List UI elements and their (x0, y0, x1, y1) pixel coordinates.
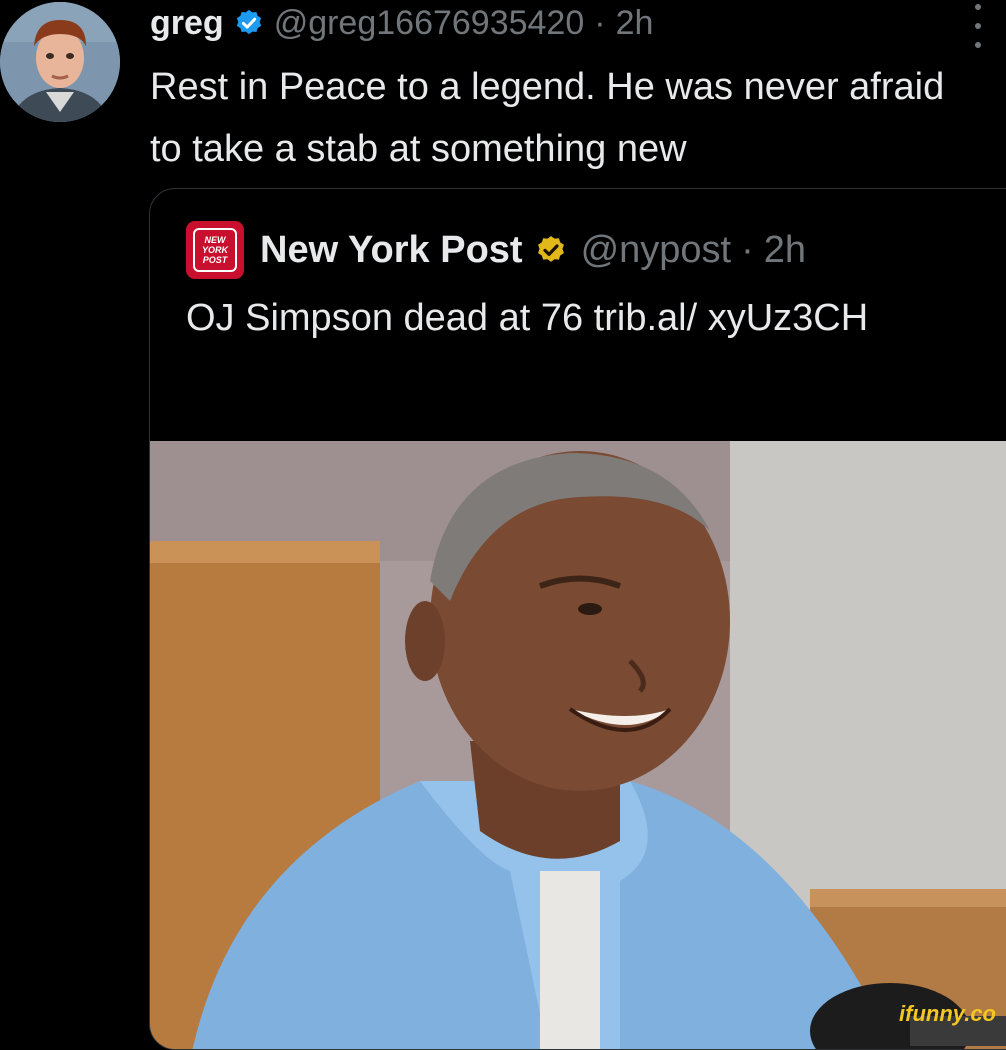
nypost-logo-icon[interactable]: NEW YORK POST (186, 221, 244, 279)
avatar-image (0, 2, 120, 122)
photo-illustration (150, 441, 1006, 1049)
quoted-author-handle[interactable]: @nypost (581, 229, 732, 272)
tweet-header: greg @greg16676935420 · 2h (150, 0, 653, 48)
ifunny-watermark: ifunny.co (899, 1001, 996, 1026)
gold-verified-badge-icon (535, 234, 567, 266)
quoted-tweet-photo[interactable] (150, 441, 1006, 1049)
author-display-name[interactable]: greg (150, 4, 224, 43)
quoted-tweet-timestamp[interactable]: 2h (764, 229, 806, 272)
quoted-tweet-card[interactable]: NEW YORK POST New York Post @nypost · 2h O… (149, 188, 1006, 1050)
tweet-timestamp[interactable]: 2h (616, 4, 654, 43)
avatar[interactable] (0, 2, 120, 122)
ellipsis-vertical-icon[interactable] (966, 4, 990, 48)
quoted-author-display-name[interactable]: New York Post (260, 229, 523, 272)
separator-dot: · (594, 3, 606, 42)
verified-badge-icon (234, 8, 264, 38)
author-handle[interactable]: @greg16676935420 (274, 4, 585, 43)
tweet-text: Rest in Peace to a legend. He was never … (150, 66, 945, 170)
quoted-tweet-text: OJ Simpson dead at 76 trib.al/ xyUz3CH (186, 297, 869, 339)
quoted-tweet-header: NEW YORK POST New York Post @nypost · 2h (186, 221, 806, 279)
quoted-separator-dot: · (741, 228, 754, 271)
